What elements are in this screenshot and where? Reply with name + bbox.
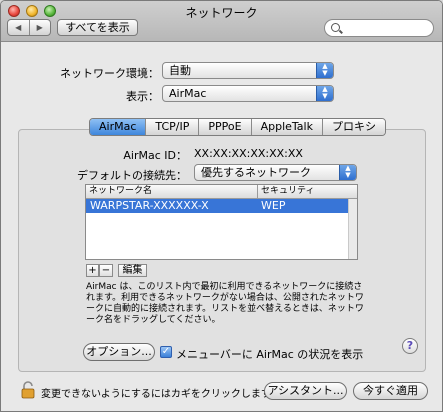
show-all-button[interactable]: すべてを表示 — [57, 19, 138, 36]
security-cell: WEP — [261, 199, 286, 212]
show-value: AirMac — [169, 87, 207, 100]
back-forward-control: ◀ ▶ — [7, 19, 51, 36]
remove-network-button[interactable]: − — [99, 264, 113, 277]
help-icon[interactable]: ? — [402, 338, 418, 354]
tab-proxy[interactable]: プロキシ — [321, 119, 385, 135]
lock-icon[interactable] — [21, 381, 35, 399]
tab-pppoe[interactable]: PPPoE — [198, 119, 251, 135]
titlebar-toolbar: ネットワーク ◀ ▶ すべてを表示 — [1, 1, 442, 42]
lock-hint-text: 変更できないようにするにはカギをクリックします。 — [41, 389, 280, 400]
table-header: ネットワーク名 セキュリティ — [86, 185, 357, 199]
search-field[interactable] — [324, 19, 434, 37]
show-popup[interactable]: AirMac ▲ ▼ — [162, 85, 334, 102]
column-header-security[interactable]: セキュリティ — [257, 185, 351, 198]
popup-arrows-icon: ▲ ▼ — [316, 63, 333, 78]
add-network-button[interactable]: + — [86, 264, 99, 277]
airmac-id-label: AirMac ID： — [123, 149, 187, 162]
popup-arrows-icon: ▲ ▼ — [339, 165, 356, 180]
network-list-table: ネットワーク名 セキュリティ WARPSTAR-XXXXXX-X WEP — [85, 184, 358, 260]
default-connection-label: デフォルトの接続先： — [77, 169, 187, 182]
search-icon — [331, 23, 340, 32]
assistant-button[interactable]: アシスタント... — [264, 382, 347, 400]
tab-tcpip[interactable]: TCP/IP — [145, 119, 199, 135]
default-connection-value: 優先するネットワーク — [201, 166, 311, 179]
apply-now-button[interactable]: 今すぐ適用 — [353, 382, 428, 400]
options-button[interactable]: オプション... — [83, 343, 155, 361]
back-button[interactable]: ◀ — [8, 20, 29, 35]
location-label: ネットワーク環境： — [60, 67, 159, 80]
checkbox-check-icon: ✓ — [161, 346, 171, 357]
table-row[interactable]: WARPSTAR-XXXXXX-X WEP — [86, 199, 351, 213]
show-label: 表示： — [126, 90, 159, 103]
column-header-network-name[interactable]: ネットワーク名 — [86, 185, 257, 198]
forward-button[interactable]: ▶ — [28, 20, 51, 35]
edit-network-button[interactable]: 編集 — [118, 264, 147, 277]
network-preferences-window: ネットワーク ◀ ▶ すべてを表示 ネットワーク環境： 自動 ▲ ▼ 表示： Ai… — [0, 0, 443, 412]
location-popup[interactable]: 自動 ▲ ▼ — [162, 62, 334, 79]
menubar-status-checkbox[interactable]: ✓ — [160, 346, 172, 358]
tab-airmac[interactable]: AirMac — [90, 119, 146, 135]
network-name-cell: WARPSTAR-XXXXXX-X — [90, 199, 209, 212]
menubar-status-label[interactable]: メニューバーに AirMac の状況を表示 — [176, 346, 363, 362]
popup-arrows-icon: ▲ ▼ — [316, 86, 333, 101]
airmac-id-value: XX:XX:XX:XX:XX:XX — [194, 147, 303, 160]
location-value: 自動 — [169, 64, 191, 77]
tab-bar: AirMac TCP/IP PPPoE AppleTalk プロキシ — [89, 118, 386, 136]
table-scrollbar[interactable] — [348, 199, 357, 259]
tab-appletalk[interactable]: AppleTalk — [250, 119, 322, 135]
default-connection-popup[interactable]: 優先するネットワーク ▲ ▼ — [194, 164, 357, 181]
airmac-description-text: AirMac は、このリスト内で最初に利用できるネットワークに接続されます。利用… — [86, 282, 364, 325]
